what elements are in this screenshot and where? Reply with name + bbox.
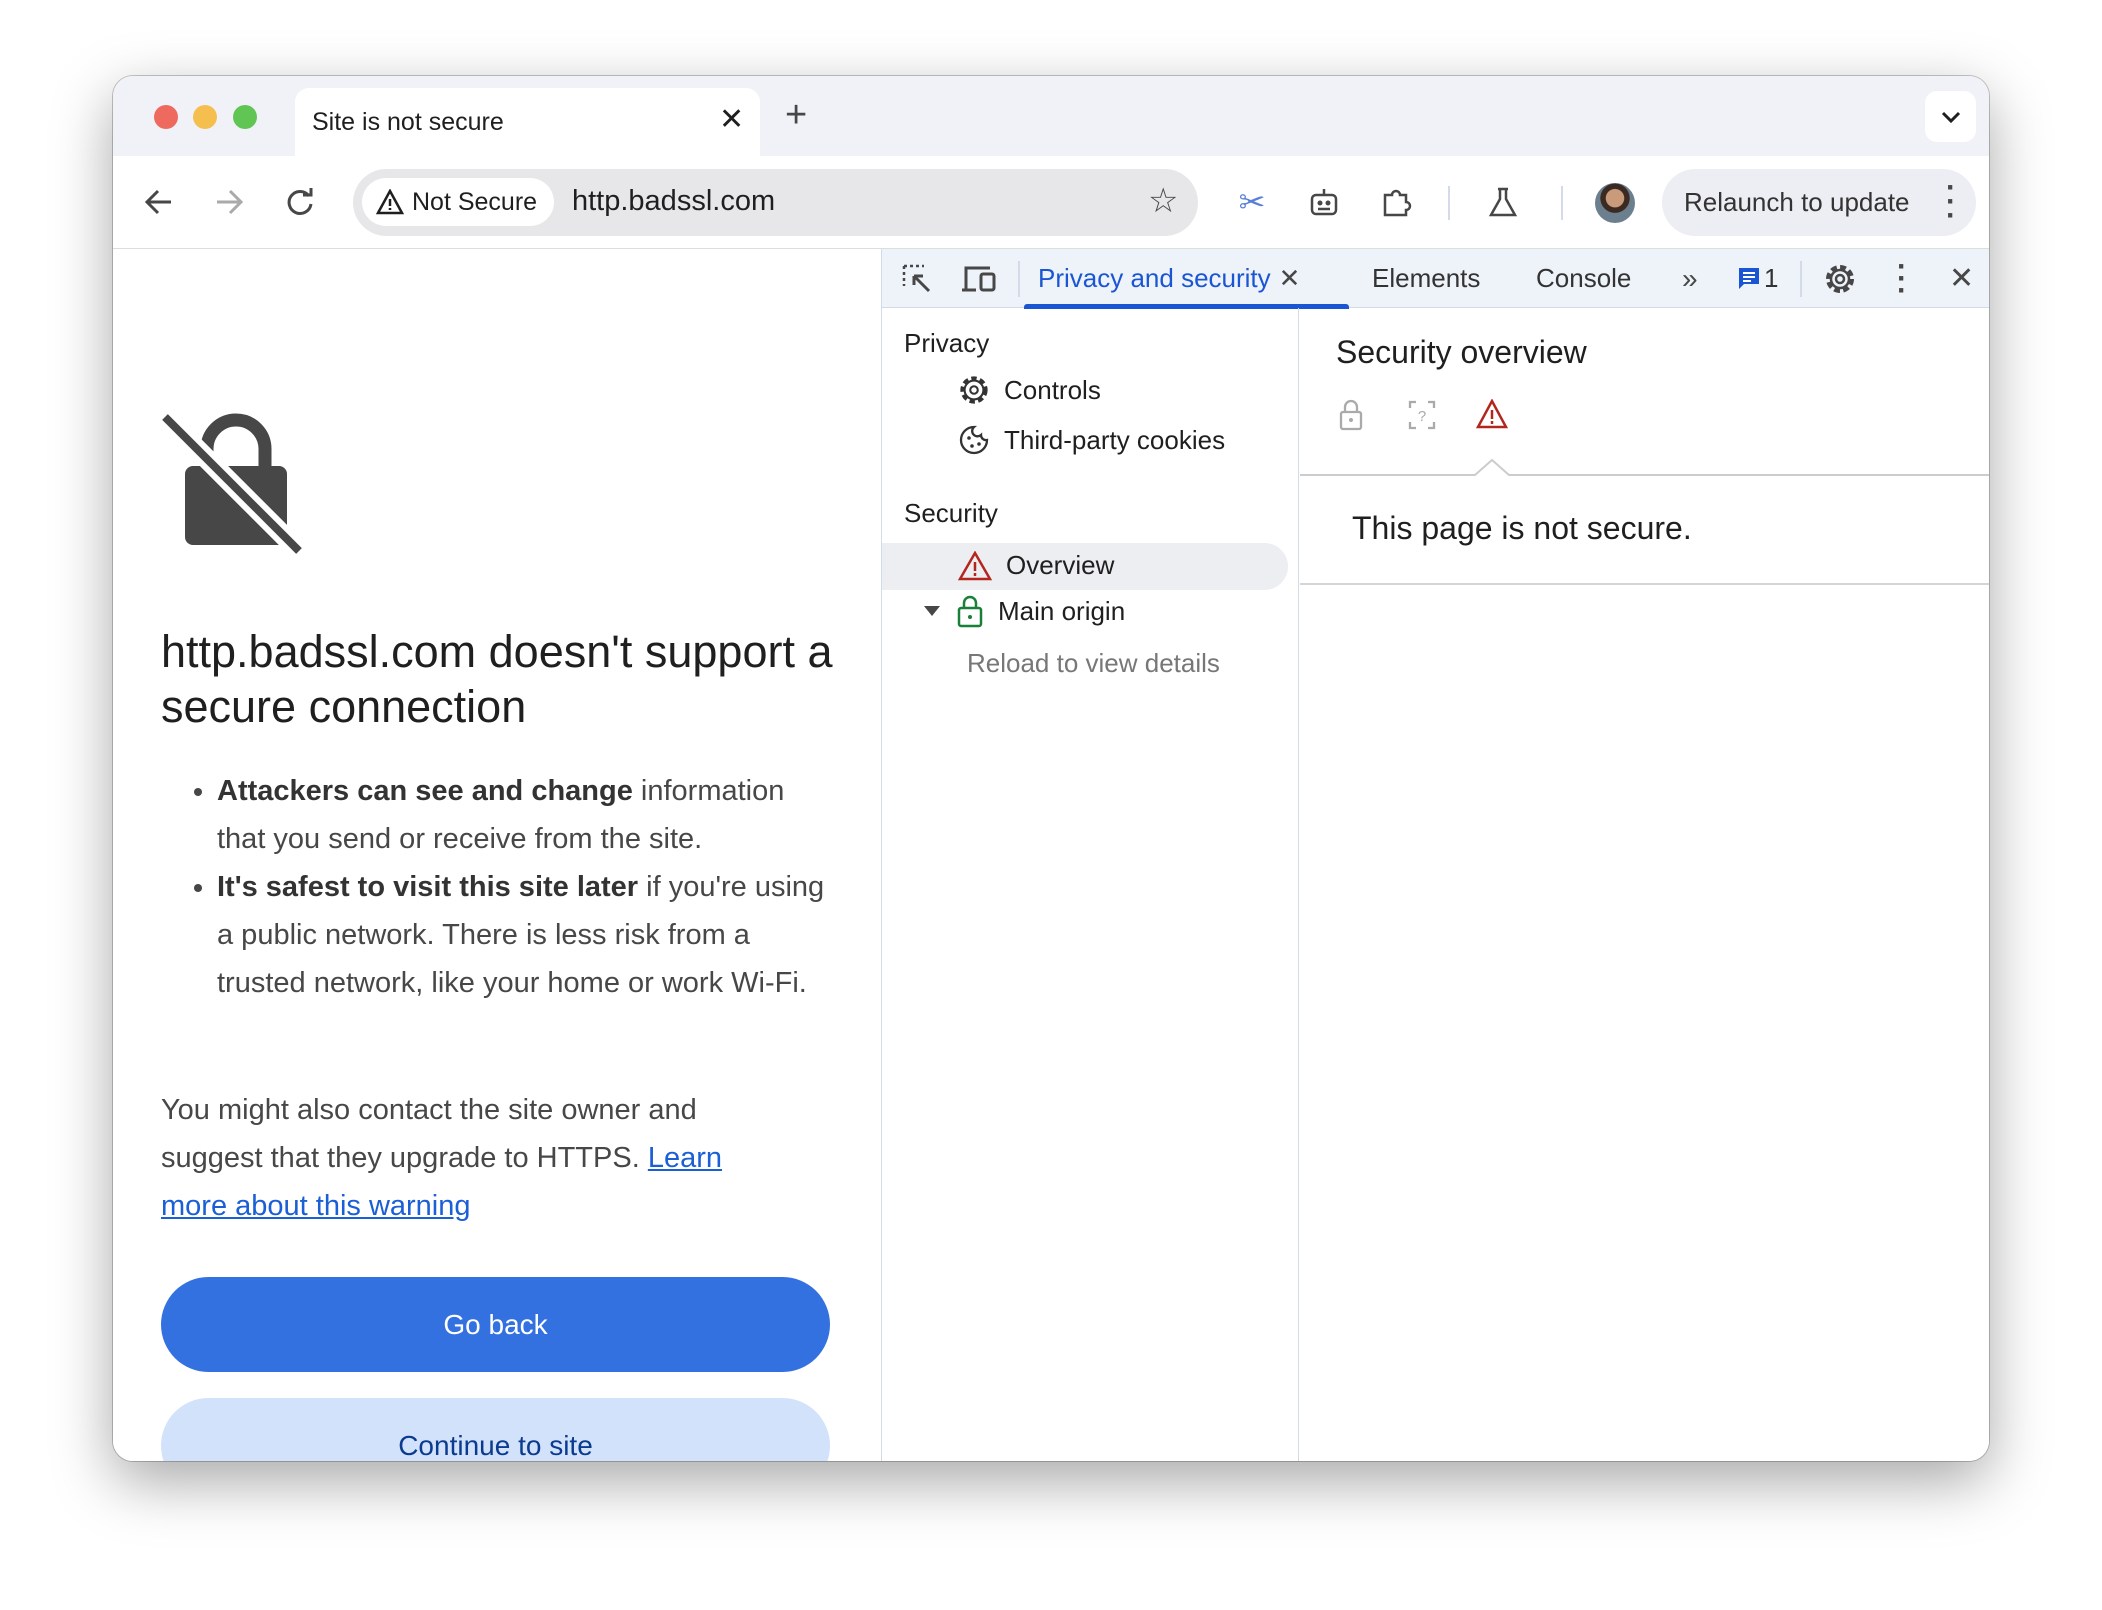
sidebar-item-label: Main origin (998, 595, 1126, 626)
close-devtools-icon[interactable]: ✕ (1949, 249, 1974, 308)
warning-icon (376, 189, 404, 215)
relaunch-button[interactable]: Relaunch to update · · · (1662, 169, 1976, 236)
tab-close-icon[interactable]: ✕ (719, 102, 744, 137)
devtools-panel: Privacy and security ✕ Elements Console … (881, 249, 1989, 1461)
toolbar-divider (1561, 186, 1563, 220)
device-toolbar-button[interactable] (960, 262, 998, 296)
security-summary-text: This page is not secure. (1352, 510, 1692, 546)
gear-icon (960, 376, 988, 404)
sidebar-item-label: Third-party cookies (1004, 424, 1226, 455)
lock-icon (957, 595, 983, 628)
summary-section: This page is not secure. (1300, 473, 1989, 585)
arrow-left-icon (145, 189, 171, 215)
scissors-icon[interactable]: ✂ (1235, 182, 1269, 222)
url-text: http.badssl.com (572, 185, 776, 217)
new-tab-button[interactable]: + (785, 94, 807, 137)
toolbar: Not Secure http.badssl.com ☆ ✂ Relaunch … (113, 156, 1989, 249)
arrow-right-icon (217, 189, 243, 215)
advice-paragraph: You might also contact the site owner an… (161, 1086, 781, 1230)
warning-bullet: Attackers can see and change information… (217, 767, 837, 863)
advice-text: You might also contact the site owner an… (161, 1094, 697, 1174)
reload-icon (287, 188, 313, 215)
robot-icon (1310, 189, 1338, 216)
warning-icon (958, 550, 992, 580)
browser-window: Site is not secure ✕ + Not Secure http.b… (113, 76, 1989, 1461)
labs-button[interactable] (1485, 184, 1521, 220)
tab-label: Console (1536, 263, 1632, 293)
sidebar-item-label: Overview (1006, 550, 1115, 580)
tab-privacy-and-security[interactable]: Privacy and security ✕ (1038, 249, 1300, 308)
tab-title: Site is not secure (312, 108, 504, 136)
close-window-button[interactable] (154, 105, 178, 129)
devtools-tabbar: Privacy and security ✕ Elements Console … (882, 249, 1989, 309)
back-button[interactable] (141, 184, 177, 220)
more-options-icon[interactable]: · · · (1897, 249, 1907, 308)
go-back-button[interactable]: Go back (161, 1277, 830, 1372)
sidebar-item-label: Controls (1004, 374, 1101, 405)
more-tabs-button[interactable]: » (1682, 249, 1698, 308)
tab-label: Elements (1372, 263, 1481, 293)
security-chip[interactable]: Not Secure (362, 178, 554, 226)
tab-search-button[interactable] (1925, 91, 1976, 142)
cookie-icon (959, 425, 989, 455)
broken-lock-icon (161, 411, 303, 555)
address-bar[interactable]: Not Secure http.badssl.com ☆ (353, 169, 1198, 236)
forward-button[interactable] (211, 184, 247, 220)
sidebar-item-third-party-cookies[interactable]: Third-party cookies (958, 424, 1225, 456)
inspect-icon (902, 264, 931, 293)
security-chip-label: Not Secure (412, 187, 538, 216)
privacy-heading: Privacy (904, 328, 990, 358)
inspect-element-button[interactable] (900, 262, 934, 296)
warning-list: Attackers can see and change information… (217, 767, 837, 1007)
profile-avatar[interactable] (1595, 183, 1635, 223)
more-vertical-icon[interactable]: · · · (1946, 173, 1956, 231)
security-overview-title: Security overview (1336, 334, 1587, 370)
tabbar-divider (1018, 261, 1020, 297)
warning-bullet: It's safest to visit this site later if … (217, 863, 837, 1007)
bullet-bold: Attackers can see and change (217, 775, 633, 807)
reload-hint: Reload to view details (967, 648, 1220, 678)
relaunch-label: Relaunch to update (1684, 187, 1910, 217)
security-sidebar: Privacy Controls Third-party cookies Sec… (882, 308, 1299, 1461)
tab-label: Privacy and security (1038, 263, 1271, 293)
tab-close-icon[interactable]: ✕ (1279, 263, 1301, 294)
tab-console[interactable]: Console (1536, 249, 1631, 308)
message-icon (1739, 267, 1759, 289)
sidebar-item-overview[interactable]: Overview (882, 543, 1288, 590)
lock-icon (1339, 399, 1363, 431)
continue-to-site-button[interactable]: Continue to site (161, 1398, 830, 1461)
minimize-window-button[interactable] (193, 105, 217, 129)
security-heading: Security (904, 498, 998, 528)
warning-icon (1476, 399, 1508, 429)
sidebar-item-controls[interactable]: Controls (958, 374, 1101, 406)
sidebar-item-main-origin[interactable]: Main origin (922, 594, 1125, 628)
unknown-security-icon: ? (1408, 400, 1436, 430)
flask-icon (1488, 187, 1518, 217)
security-main: Security overview ? This page is not sec… (1300, 308, 1989, 1461)
device-icon (962, 266, 996, 292)
tab-strip: Site is not secure ✕ + (113, 76, 1989, 156)
page-heading: http.badssl.com doesn't support a secure… (161, 626, 833, 732)
interstitial-page: http.badssl.com doesn't support a secure… (113, 249, 881, 1461)
tab-elements[interactable]: Elements (1372, 249, 1480, 308)
maximize-window-button[interactable] (233, 105, 257, 129)
extensions-button[interactable] (1378, 184, 1414, 220)
tabbar-divider (1800, 261, 1802, 297)
settings-button[interactable] (1822, 261, 1858, 297)
triangle-down-icon[interactable] (922, 604, 942, 618)
svg-text:?: ? (1418, 408, 1426, 425)
chevron-down-icon (1941, 111, 1960, 123)
gear-icon (1826, 265, 1854, 293)
bullet-bold: It's safest to visit this site later (217, 871, 639, 903)
bookmark-star-icon[interactable]: ☆ (1148, 181, 1178, 221)
messages-button[interactable]: 1 (1737, 249, 1778, 308)
browser-tab[interactable]: Site is not secure ✕ (295, 88, 760, 156)
robot-extension-button[interactable] (1306, 184, 1342, 220)
puzzle-icon (1383, 189, 1412, 217)
message-count: 1 (1764, 263, 1779, 293)
reload-button[interactable] (282, 184, 318, 220)
toolbar-divider (1448, 186, 1450, 220)
